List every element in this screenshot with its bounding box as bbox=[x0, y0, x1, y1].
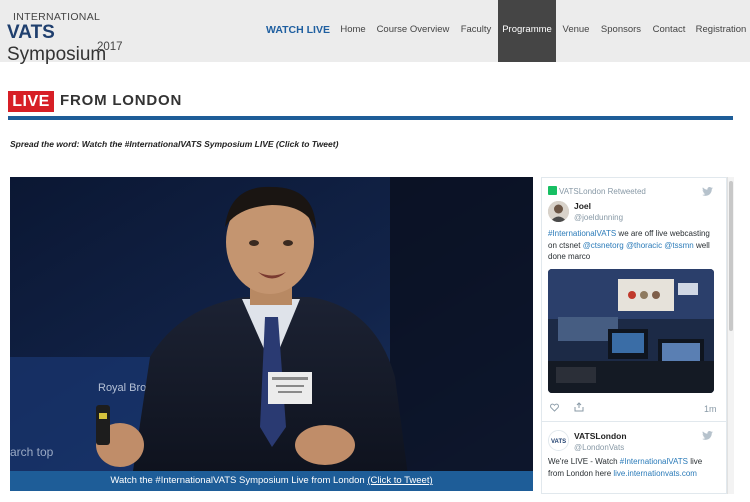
avatar-joel[interactable] bbox=[548, 201, 569, 222]
retweet-indicator: VATSLondon Retweeted bbox=[548, 186, 646, 196]
website-link[interactable]: live.internationvats.com bbox=[613, 469, 697, 478]
retweet-label: VATSLondon Retweeted bbox=[559, 187, 646, 196]
site-logo[interactable]: INTERNATIONAL VATS Symposium 2017 bbox=[7, 8, 147, 65]
video-caption-bar[interactable]: Watch the #InternationalVATS Symposium L… bbox=[10, 471, 533, 491]
share-icon[interactable] bbox=[574, 402, 584, 412]
video-caption-link[interactable]: (Click to Tweet) bbox=[367, 475, 432, 486]
svg-text:VATS: VATS bbox=[551, 439, 566, 445]
logo-line-2: VATS Symposium bbox=[7, 22, 147, 66]
site-header: INTERNATIONAL VATS Symposium 2017 WATCH … bbox=[0, 0, 750, 65]
hashtag-link[interactable]: #InternationalVATS bbox=[620, 457, 688, 466]
tweet2-text: We're LIVE - Watch #InternationalVATS li… bbox=[548, 456, 720, 479]
twitter-bird-icon[interactable] bbox=[702, 431, 713, 440]
nav-faculty[interactable]: Faculty bbox=[454, 0, 498, 62]
tweet2-author-handle[interactable]: @LondonVats bbox=[574, 443, 624, 452]
tweet1-author-handle[interactable]: @joeldunning bbox=[574, 213, 623, 222]
logo-vats: VATS bbox=[7, 22, 55, 43]
live-heading-text: FROM LONDON bbox=[60, 92, 183, 109]
like-heart-icon[interactable] bbox=[550, 403, 559, 412]
timeline-scrollbar[interactable] bbox=[727, 177, 734, 494]
logo-symposium: Symposium bbox=[7, 44, 107, 65]
nav-home[interactable]: Home bbox=[334, 0, 372, 62]
nav-watch-live[interactable]: WATCH LIVE bbox=[262, 0, 334, 62]
tweet2-author-name[interactable]: VATSLondon bbox=[574, 431, 627, 441]
tweet1-author-name[interactable]: Joel bbox=[574, 201, 591, 211]
spread-the-word-link[interactable]: Spread the word: Watch the #Internationa… bbox=[10, 139, 338, 149]
timeline-scrollbar-thumb[interactable] bbox=[729, 181, 733, 331]
tweet2-text-start: We're LIVE - Watch bbox=[548, 457, 620, 466]
nav-programme[interactable]: Programme bbox=[498, 0, 556, 62]
video-player[interactable]: Royal Bro arch top Watch the #Internatio… bbox=[10, 177, 533, 491]
video-caption-text: Watch the #InternationalVATS Symposium L… bbox=[110, 475, 365, 486]
backdrop-text-royal: Royal Bro bbox=[98, 382, 146, 394]
live-badge: LIVE bbox=[8, 91, 54, 112]
tweet1-text: #InternationalVATS we are off live webca… bbox=[548, 228, 718, 263]
avatar-vatslondon[interactable]: VATS bbox=[548, 430, 569, 451]
heading-divider bbox=[8, 116, 733, 120]
nav-registration[interactable]: Registration bbox=[692, 0, 750, 62]
backdrop-text-search: arch top bbox=[10, 445, 54, 459]
tweet-divider bbox=[542, 421, 726, 422]
nav-sponsors[interactable]: Sponsors bbox=[596, 0, 646, 62]
video-frame: Royal Bro arch top bbox=[10, 177, 533, 491]
nav-venue[interactable]: Venue bbox=[556, 0, 596, 62]
nav-course-overview[interactable]: Course Overview bbox=[372, 0, 454, 62]
logo-year: 2017 bbox=[97, 41, 123, 53]
hashtag-link[interactable]: #InternationalVATS bbox=[548, 229, 616, 238]
twitter-timeline[interactable]: VATSLondon Retweeted Joel @joeldunning #… bbox=[541, 177, 727, 494]
mentions-link[interactable]: @ctsnetorg @thoracic @tssmn bbox=[583, 241, 694, 250]
retweet-icon bbox=[548, 186, 557, 195]
twitter-bird-icon[interactable] bbox=[702, 187, 713, 196]
tweet1-timestamp[interactable]: 1m bbox=[704, 404, 717, 414]
nav-contact[interactable]: Contact bbox=[646, 0, 692, 62]
tweet1-photo[interactable] bbox=[548, 269, 714, 393]
